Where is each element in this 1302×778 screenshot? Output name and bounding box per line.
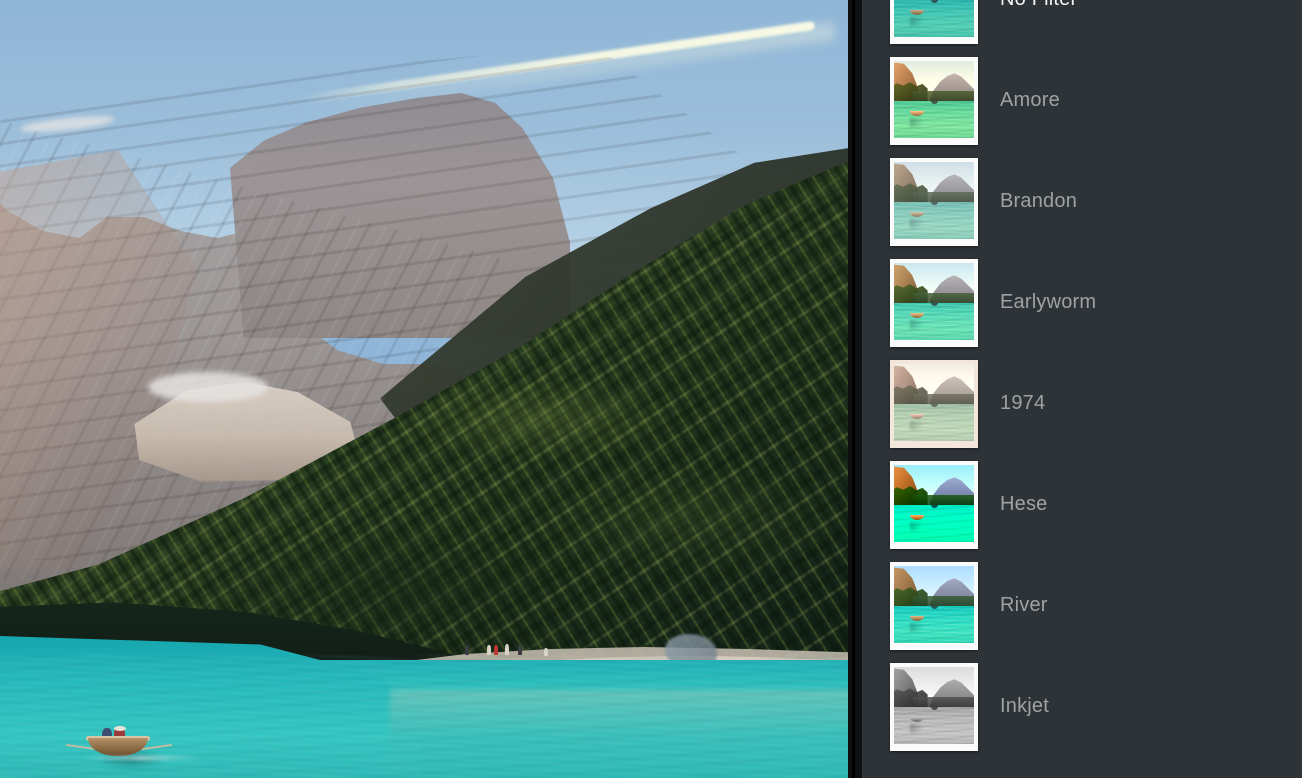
filter-row-no-filter[interactable]: No Filter <box>862 0 1302 50</box>
filter-thumbnail-image <box>894 60 974 138</box>
filter-thumbnail-frame[interactable] <box>890 662 978 751</box>
beach-figure <box>518 645 522 655</box>
thumb-boat-wake <box>910 319 928 329</box>
filter-thumbnail-frame[interactable] <box>890 0 978 44</box>
filter-label: Brandon <box>1000 190 1078 212</box>
thumb-boat-wake <box>910 117 928 127</box>
thumb-boat-wake <box>910 521 928 531</box>
filter-label: No Filter <box>1000 0 1077 11</box>
beach-figure <box>465 645 469 655</box>
snow-patch <box>148 372 268 402</box>
filter-row-hese[interactable]: Hese <box>862 454 1302 555</box>
filter-thumbnail-image <box>894 161 974 239</box>
filter-list[interactable]: No Filter Amore <box>862 0 1302 757</box>
thumb-water-texture <box>894 605 974 643</box>
thumb-water-texture <box>894 201 974 239</box>
thumb-distant-boat <box>930 403 938 407</box>
thumb-distant-boat <box>930 100 938 104</box>
thumb-water-texture <box>894 0 974 37</box>
filter-label: 1974 <box>1000 392 1046 414</box>
thumb-water-texture <box>894 706 974 744</box>
thumb-water-texture <box>894 403 974 441</box>
filter-editor-window: No Filter Amore <box>0 0 1302 778</box>
filter-thumbnail-image <box>894 0 974 37</box>
filter-thumbnail-image <box>894 262 974 340</box>
thumb-distant-boat <box>930 706 938 710</box>
beach-figure <box>505 644 509 655</box>
filter-label: Earlyworm <box>1000 291 1097 313</box>
filter-row-amore[interactable]: Amore <box>862 50 1302 151</box>
filter-label: Hese <box>1000 493 1048 515</box>
thumb-boat-wake <box>910 420 928 430</box>
pane-divider[interactable] <box>848 0 862 778</box>
filter-row-river[interactable]: River <box>862 555 1302 656</box>
thumb-boat-wake <box>910 16 928 26</box>
filter-thumbnail-image <box>894 666 974 744</box>
filter-label: River <box>1000 594 1048 616</box>
thumb-distant-boat <box>930 504 938 508</box>
filter-row-1974[interactable]: 1974 <box>862 353 1302 454</box>
thumb-boat-wake <box>910 723 928 733</box>
filter-thumbnail-frame[interactable] <box>890 56 978 145</box>
filter-row-earlyworm[interactable]: Earlyworm <box>862 252 1302 353</box>
photo-preview[interactable] <box>0 0 848 778</box>
filter-row-brandon[interactable]: Brandon <box>862 151 1302 252</box>
filter-thumbnail-image <box>894 464 974 542</box>
thumb-water-texture <box>894 100 974 138</box>
beach-figure <box>487 645 491 655</box>
thumb-water-texture <box>894 302 974 340</box>
filter-label: Inkjet <box>1000 695 1050 717</box>
boat-wake <box>82 756 202 760</box>
filter-panel[interactable]: No Filter Amore <box>862 0 1302 778</box>
boat-passenger-hat <box>114 726 126 731</box>
filter-thumbnail-frame[interactable] <box>890 460 978 549</box>
thumb-water-texture <box>894 504 974 542</box>
filter-thumbnail-frame[interactable] <box>890 157 978 246</box>
filter-thumbnail-frame[interactable] <box>890 561 978 650</box>
thumb-boat-wake <box>910 622 928 632</box>
thumb-distant-boat <box>930 201 938 205</box>
filter-thumbnail-image <box>894 363 974 441</box>
photo-canvas <box>0 0 848 778</box>
filter-label: Amore <box>1000 89 1060 111</box>
rowboat <box>66 726 202 760</box>
filter-thumbnail-frame[interactable] <box>890 258 978 347</box>
beach-figure <box>494 645 498 655</box>
boat-hull <box>88 738 148 756</box>
thumb-distant-boat <box>930 605 938 609</box>
thumb-distant-boat <box>930 302 938 306</box>
filter-thumbnail-frame[interactable] <box>890 359 978 448</box>
filter-row-inkjet[interactable]: Inkjet <box>862 656 1302 757</box>
filter-thumbnail-image <box>894 565 974 643</box>
thumb-boat-wake <box>910 218 928 228</box>
divider-line <box>852 0 855 778</box>
